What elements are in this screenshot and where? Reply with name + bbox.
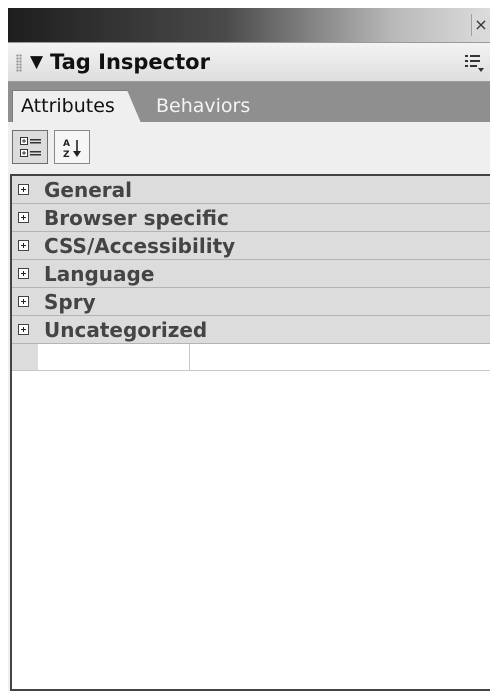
category-label: General	[44, 178, 132, 202]
category-general[interactable]: General	[12, 176, 490, 204]
category-view-icon	[20, 137, 41, 157]
expand-icon[interactable]	[18, 296, 29, 307]
close-icon[interactable]: ×	[471, 14, 490, 36]
category-label: Language	[44, 262, 155, 286]
category-spry[interactable]: Spry	[12, 288, 490, 316]
expand-icon[interactable]	[18, 212, 29, 223]
sort-alphabetical-icon: A Z	[63, 139, 81, 159]
panel-group-bar: ×	[8, 8, 490, 42]
category-label: Spry	[44, 290, 96, 314]
attribute-toolbar: A Z	[8, 122, 490, 174]
category-language[interactable]: Language	[12, 260, 490, 288]
collapse-arrow-icon[interactable]: ▼	[30, 52, 43, 72]
expand-icon[interactable]	[18, 268, 29, 279]
attribute-list[interactable]: General Browser specific CSS/Accessibili…	[10, 174, 490, 691]
panel-title-bar[interactable]: ▼ Tag Inspector	[8, 42, 490, 82]
svg-text:Z: Z	[63, 150, 70, 159]
category-view-button[interactable]	[12, 130, 48, 164]
row-gutter	[12, 344, 38, 370]
category-label: Browser specific	[44, 206, 229, 230]
tab-strip: Attributes Behaviors	[8, 82, 490, 123]
category-uncategorized[interactable]: Uncategorized	[12, 316, 490, 344]
expand-icon[interactable]	[18, 240, 29, 251]
category-css-accessibility[interactable]: CSS/Accessibility	[12, 232, 490, 260]
svg-text:A: A	[63, 139, 70, 149]
tag-inspector-panel: × ▼ Tag Inspector Attributes Behaviors A…	[8, 8, 490, 691]
drag-grip-icon[interactable]	[16, 54, 22, 72]
sort-alphabetical-button[interactable]: A Z	[54, 130, 90, 164]
panel-title: Tag Inspector	[50, 50, 210, 74]
attribute-name-cell[interactable]	[38, 344, 190, 370]
category-browser-specific[interactable]: Browser specific	[12, 204, 490, 232]
expand-icon[interactable]	[18, 184, 29, 195]
category-label: CSS/Accessibility	[44, 234, 236, 258]
expand-icon[interactable]	[18, 324, 29, 335]
tab-behaviors[interactable]: Behaviors	[156, 90, 250, 122]
category-label: Uncategorized	[44, 318, 208, 342]
tab-attributes[interactable]: Attributes	[12, 90, 141, 123]
new-attribute-row[interactable]	[12, 344, 490, 371]
options-menu-icon[interactable]	[464, 53, 484, 73]
